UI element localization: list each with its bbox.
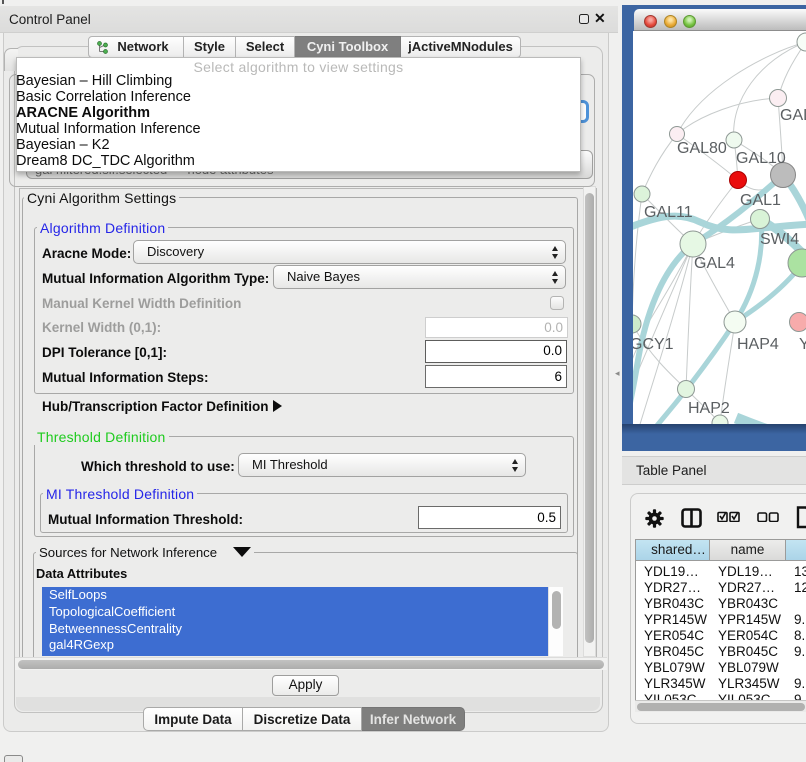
svg-text:HAP2: HAP2 bbox=[688, 400, 730, 417]
svg-text:HAP4: HAP4 bbox=[737, 336, 779, 353]
svg-text:GAL1: GAL1 bbox=[740, 192, 781, 209]
svg-text:GCY1: GCY1 bbox=[633, 336, 674, 353]
svg-text:GAL10: GAL10 bbox=[736, 150, 786, 167]
svg-text:GAL11: GAL11 bbox=[644, 204, 693, 221]
svg-text:Y: Y bbox=[799, 336, 806, 353]
svg-text:GAL80: GAL80 bbox=[677, 140, 727, 157]
svg-text:GAL4: GAL4 bbox=[694, 255, 735, 272]
svg-text:GAL: GAL bbox=[780, 107, 806, 124]
svg-text:SWI4: SWI4 bbox=[760, 231, 799, 248]
